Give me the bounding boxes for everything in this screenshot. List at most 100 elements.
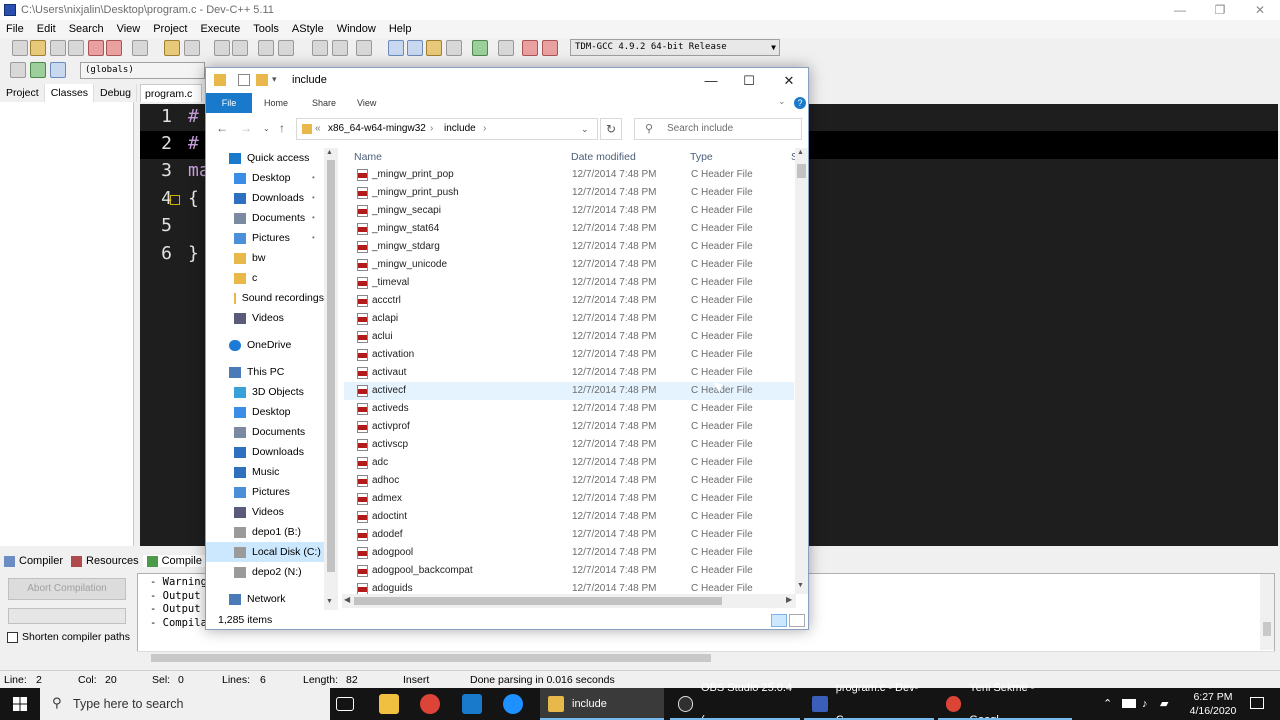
menu-project[interactable]: Project [147, 23, 194, 35]
log-horizontal-scrollbar[interactable] [137, 651, 1275, 664]
taskbar-search-input[interactable]: ⚲ Type here to search [40, 688, 330, 720]
column-header-name[interactable]: Name [354, 151, 382, 163]
address-bar[interactable]: « x86_64-w64-mingw32 › include › ⌄ [296, 118, 598, 140]
scrollbar-thumb[interactable] [327, 160, 335, 572]
scrollbar-thumb[interactable] [354, 597, 722, 605]
chrome-icon[interactable] [420, 694, 440, 714]
search-input[interactable]: ⚲ Search include [634, 118, 802, 140]
scrollbar-thumb[interactable] [151, 654, 711, 662]
debug-icon[interactable] [542, 40, 558, 56]
rebuild-icon[interactable] [446, 40, 462, 56]
menu-search[interactable]: Search [63, 23, 111, 35]
nav-item[interactable]: Downloads [206, 442, 324, 462]
close-icon[interactable]: ✕ [770, 68, 808, 93]
file-row[interactable]: aclui 12/7/2014 7:48 PM C Header File [344, 328, 794, 346]
replace-icon[interactable] [232, 40, 248, 56]
volume-icon[interactable]: ♪ [1142, 688, 1148, 720]
nav-item[interactable]: Videos [206, 502, 324, 522]
compile-run-icon[interactable] [426, 40, 442, 56]
help-icon[interactable]: ? [794, 97, 806, 109]
bookmark-icon[interactable] [312, 40, 328, 56]
close-all-icon[interactable] [106, 40, 122, 56]
mail-icon[interactable] [462, 694, 482, 714]
breadcrumb-x86-64[interactable]: x86_64-w64-mingw32 [328, 119, 426, 139]
nav-item[interactable]: depo2 (N:) [206, 562, 324, 582]
file-row[interactable]: aclapi 12/7/2014 7:48 PM C Header File [344, 310, 794, 328]
file-row[interactable]: _mingw_unicode 12/7/2014 7:48 PM C Header … [344, 256, 794, 274]
nav-item[interactable]: bw [206, 248, 324, 268]
recent-chevron-down-icon[interactable]: ⌄ [263, 124, 270, 133]
scroll-down-icon[interactable]: ▼ [326, 598, 333, 605]
nav-item[interactable]: Pictures [206, 482, 324, 502]
profile-icon[interactable] [522, 40, 538, 56]
nav-item[interactable]: Music [206, 462, 324, 482]
file-row[interactable]: activscp 12/7/2014 7:48 PM C Header File [344, 436, 794, 454]
nav-item[interactable]: c [206, 268, 324, 288]
scroll-up-icon[interactable]: ▲ [797, 149, 804, 156]
ribbon-tab-home[interactable]: Home [264, 93, 288, 113]
scrollbar-thumb[interactable] [797, 164, 806, 178]
bookmark-next-icon[interactable] [332, 40, 348, 56]
details-view-icon[interactable] [771, 614, 787, 627]
nav-item[interactable]: Documents [206, 422, 324, 442]
file-row[interactable]: _mingw_print_pop 12/7/2014 7:48 PM C Heade… [344, 166, 794, 184]
shorten-paths-checkbox[interactable]: Shorten compiler paths [7, 631, 130, 643]
tab-compiler[interactable]: Compiler [0, 555, 67, 567]
tab-project[interactable]: Project [0, 84, 45, 102]
tab-debug[interactable]: Debug [94, 84, 137, 102]
ribbon-tab-view[interactable]: View [357, 93, 376, 113]
ribbon-tab-file[interactable]: File [206, 93, 252, 113]
globals-select[interactable]: (globals) [80, 62, 205, 79]
redo-icon[interactable] [184, 40, 200, 56]
taskbar-app-include[interactable]: include [540, 688, 664, 720]
file-row[interactable]: accctrl 12/7/2014 7:48 PM C Header File [344, 292, 794, 310]
nav-item[interactable]: This PC [206, 362, 324, 382]
menu-astyle[interactable]: AStyle [286, 23, 331, 35]
compile-icon[interactable] [388, 40, 404, 56]
undo-icon[interactable] [164, 40, 180, 56]
forward-icon[interactable]: → [240, 121, 252, 135]
scroll-left-icon[interactable]: ◀ [344, 595, 350, 604]
back-icon[interactable]: ← [216, 121, 228, 135]
compiler-select[interactable]: TDM-GCC 4.9.2 64-bit Release ▼ [570, 39, 780, 56]
ribbon-tab-share[interactable]: Share [312, 93, 336, 113]
tab-program-c[interactable]: program.c [140, 84, 202, 102]
nav-scrollbar[interactable]: ▲ ▼ [324, 148, 338, 610]
task-view-icon[interactable] [336, 697, 354, 711]
nav-item[interactable]: Network [206, 589, 324, 609]
file-row[interactable]: _mingw_stat64 12/7/2014 7:48 PM C Header F… [344, 220, 794, 238]
fold-marker-icon[interactable] [170, 195, 180, 205]
nav-item[interactable]: Downloads • [206, 188, 324, 208]
save-icon[interactable] [50, 40, 66, 56]
store-icon[interactable] [379, 694, 399, 714]
taskbar-clock[interactable]: 6:27 PM 4/16/2020 [1178, 690, 1248, 718]
scrollbar-thumb[interactable] [1263, 622, 1271, 636]
nav-item[interactable]: Sound recordings [206, 288, 324, 308]
start-button[interactable] [0, 688, 40, 720]
close-file-icon[interactable] [88, 40, 104, 56]
new-folder-icon[interactable] [256, 74, 268, 86]
menu-help[interactable]: Help [383, 23, 419, 35]
nav-item[interactable]: 3D Objects [206, 382, 324, 402]
file-list-scrollbar[interactable]: ▲ ▼ [795, 148, 808, 594]
ribbon-expand-icon[interactable]: ⌄ [778, 96, 786, 107]
menu-window[interactable]: Window [331, 23, 383, 35]
minimize-icon[interactable]: — [692, 68, 730, 93]
new-file-icon[interactable] [12, 40, 28, 56]
nav-item[interactable]: OneDrive [206, 335, 324, 355]
nav-item[interactable]: depo1 (B:) [206, 522, 324, 542]
nav-item[interactable]: Pictures • [206, 228, 324, 248]
file-row[interactable]: adoctint 12/7/2014 7:48 PM C Header File [344, 508, 794, 526]
file-row[interactable]: activprof 12/7/2014 7:48 PM C Header File [344, 418, 794, 436]
nav-item[interactable]: Videos [206, 308, 324, 328]
scroll-up-icon[interactable]: ▲ [326, 149, 333, 156]
up-icon[interactable]: ↑ [279, 121, 285, 135]
file-row[interactable]: _mingw_print_push 12/7/2014 7:48 PM C Head… [344, 184, 794, 202]
nav-item[interactable]: Local Disk (C:) [206, 542, 324, 562]
file-row[interactable]: _timeval 12/7/2014 7:48 PM C Header File [344, 274, 794, 292]
qat-chevron-down-icon[interactable]: ▾ [272, 74, 284, 86]
column-header-type[interactable]: Type [690, 151, 713, 163]
insert-icon[interactable] [10, 62, 26, 78]
abort-compilation-button[interactable]: Abort Compilation [8, 578, 126, 600]
log-vertical-scrollbar[interactable] [1260, 574, 1274, 650]
